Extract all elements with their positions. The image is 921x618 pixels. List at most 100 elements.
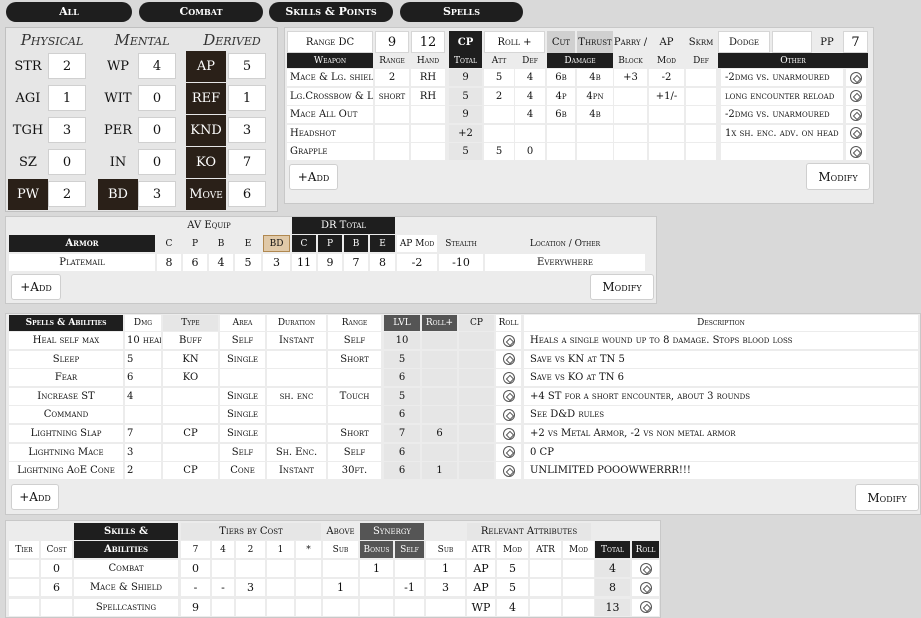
skill-cost[interactable]: 6 [41,579,72,597]
skill-t1[interactable] [267,560,294,577]
weapon-block[interactable] [614,87,647,105]
spell-name[interactable]: Command [9,406,123,424]
spell-range[interactable]: Touch [328,387,381,405]
roll-dice-button[interactable] [496,425,521,442]
roll-dice-button[interactable] [496,387,521,405]
weapon-range[interactable] [375,143,409,160]
skill-mod2[interactable] [563,598,594,616]
attr-value-wp[interactable]: 4 [138,53,176,79]
weapon-hand[interactable] [411,124,445,142]
spell-area[interactable]: Single [220,350,265,368]
skill-self[interactable] [395,598,424,616]
weapon-block[interactable] [614,143,647,160]
weapon-add-button[interactable]: +Add [289,164,338,190]
spell-range[interactable]: Self [328,332,381,349]
weapon-other[interactable]: long encounter reload [721,87,843,105]
weapon-weapon[interactable]: Headshot [287,124,373,142]
spell-area[interactable]: Self [220,332,265,349]
skill-t4[interactable]: - [212,579,234,597]
attr-value-tgh[interactable]: 3 [48,117,86,143]
spell-description[interactable]: UNLIMITED POOOWWERRR!!! [524,462,918,480]
skill-ts[interactable] [296,598,321,616]
range-dc-b[interactable]: 12 [411,31,445,53]
skill-atr[interactable]: WP [467,598,495,616]
weapon-def[interactable]: 4 [515,87,545,105]
skill-sub[interactable] [323,560,358,577]
armor-location[interactable]: Everywhere [485,254,645,271]
attr-value-knd[interactable]: 3 [228,117,266,143]
spell-type[interactable] [163,443,218,461]
weapon-other[interactable] [721,143,843,160]
spell-range[interactable]: Short [328,425,381,442]
weapon-skrm[interactable] [686,143,716,160]
attr-value-pw[interactable]: 2 [48,181,86,207]
skill-self[interactable]: -1 [395,579,424,597]
skill-name[interactable]: Mace & Shield [74,579,178,597]
attr-value-wit[interactable]: 0 [138,85,176,111]
spell-add-button[interactable]: +Add [11,484,59,510]
spell-type[interactable]: KO [163,369,218,387]
roll-dice-button[interactable] [632,560,659,577]
spell-type[interactable] [163,387,218,405]
skill-atr2[interactable] [530,579,561,597]
roll-dice-button[interactable] [496,369,521,387]
weapon-weapon[interactable]: Lg.Crossbow & L [287,87,373,105]
weapon-modify-button[interactable]: Modify [806,163,870,190]
armor-value[interactable]: 11 [292,254,316,271]
weapon-skrm[interactable] [686,124,716,142]
armor-value[interactable]: 7 [344,254,368,271]
spell-name[interactable]: Lightning Slap [9,425,123,442]
tab-spells[interactable]: Spells [400,2,523,22]
weapon-cut[interactable]: 6b [547,106,575,123]
skill-t4[interactable] [212,560,234,577]
roll-dice-button[interactable] [846,143,866,160]
armor-value[interactable]: 8 [157,254,181,271]
roll-dice-button[interactable] [632,579,659,597]
weapon-other[interactable]: -2dmg vs. unarmoured [721,106,843,123]
weapon-att[interactable] [484,106,514,123]
dodge-value[interactable] [772,31,812,53]
spell-name[interactable]: Increase ST [9,387,123,405]
skill-sub[interactable]: 1 [323,579,358,597]
weapon-hand[interactable] [411,106,445,123]
attr-value-per[interactable]: 0 [138,117,176,143]
spell-modify-button[interactable]: Modify [855,484,919,511]
weapon-cut[interactable] [547,124,575,142]
armor-modify-button[interactable]: Modify [590,274,654,300]
spell-type[interactable]: KN [163,350,218,368]
roll-dice-button[interactable] [496,443,521,461]
skill-name[interactable]: Combat [74,560,178,577]
armor-value[interactable]: 3 [263,254,290,271]
skill-t2[interactable] [236,598,265,616]
attr-value-ko[interactable]: 7 [228,149,266,175]
weapon-att[interactable]: 2 [484,87,514,105]
skill-tier[interactable] [9,579,39,597]
weapon-skrm[interactable] [686,87,716,105]
weapon-def[interactable] [515,124,545,142]
spell-description[interactable]: Save vs KO at TN 6 [524,369,918,387]
spell-range[interactable]: Short [328,350,381,368]
weapon-range[interactable]: 2 [375,69,409,86]
skill-atr[interactable]: AP [467,579,495,597]
roll-dice-button[interactable] [496,332,521,349]
weapon-thrust[interactable]: 4b [577,106,613,123]
spell-area[interactable]: Self [220,443,265,461]
roll-dice-button[interactable] [846,106,866,123]
armor-value[interactable]: 5 [235,254,261,271]
spell-dmg[interactable]: 5 [125,350,161,368]
weapon-cut[interactable] [547,143,575,160]
weapon-skrm[interactable] [686,106,716,123]
weapon-def[interactable]: 4 [515,69,545,86]
spell-dmg[interactable]: 4 [125,387,161,405]
skill-tier[interactable] [9,560,39,577]
skill-mod[interactable]: 5 [497,579,528,597]
skill-sub2[interactable]: 3 [426,579,465,597]
weapon-thrust[interactable]: 4pn [577,87,613,105]
spell-duration[interactable] [267,369,326,387]
armor-value[interactable]: 9 [318,254,342,271]
spell-name[interactable]: Lightning Mace [9,443,123,461]
attr-value-bd[interactable]: 3 [138,181,176,207]
attr-value-in[interactable]: 0 [138,149,176,175]
skill-mod2[interactable] [563,579,594,597]
weapon-hand[interactable]: RH [411,69,445,86]
